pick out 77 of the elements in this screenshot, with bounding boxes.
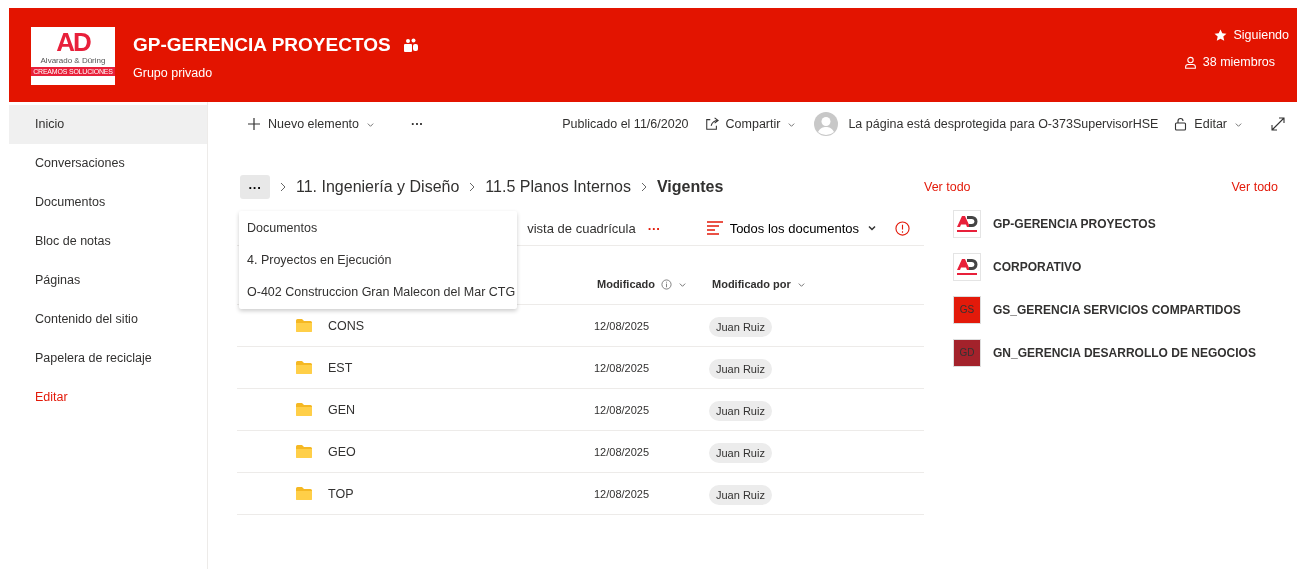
site-link[interactable]: GS_GERENCIA SERVICIOS COMPARTIDOS xyxy=(993,302,1241,317)
logo-mark: AD xyxy=(56,29,90,56)
padlock-icon xyxy=(1174,117,1188,131)
person-chip[interactable]: Juan Ruiz xyxy=(709,484,772,505)
chevron-right-icon xyxy=(639,182,648,192)
info-icon[interactable] xyxy=(895,220,910,236)
more-button[interactable]: ··· xyxy=(405,113,430,135)
sidebar-item[interactable]: Papelera de reciclaje xyxy=(9,339,207,378)
see-all-link[interactable]: Ver todo xyxy=(1231,180,1278,194)
follow-button[interactable]: Siguiendo xyxy=(1214,28,1289,42)
chevron-down-icon xyxy=(867,223,877,233)
edit-button[interactable]: Editar xyxy=(1168,113,1249,135)
chevron-right-icon xyxy=(279,182,287,192)
site-logo-icon xyxy=(953,252,981,281)
chevron-right-icon xyxy=(468,182,477,192)
breadcrumb-overflow-button[interactable]: ··· xyxy=(240,175,270,199)
person-chip[interactable]: Juan Ruiz xyxy=(709,316,772,337)
sidebar-item[interactable]: Páginas xyxy=(9,261,207,300)
group-privacy: Grupo privado xyxy=(133,66,214,80)
sidebar-item[interactable]: Contenido del sitio xyxy=(9,300,207,339)
filter-lines-icon xyxy=(706,221,723,235)
plus-icon xyxy=(247,117,261,131)
person-chip[interactable]: Juan Ruiz xyxy=(709,442,772,463)
info-icon xyxy=(661,278,673,290)
site-link[interactable]: GN_GERENCIA DESARROLLO DE NEGOCIOS xyxy=(993,345,1256,360)
folder-name[interactable]: EST xyxy=(328,360,353,375)
logo-name: Alvarado & Düring xyxy=(40,56,106,66)
modified-date: 12/08/2025 xyxy=(594,445,651,458)
star-icon xyxy=(1214,28,1228,42)
people-group-icon xyxy=(402,38,418,52)
published-date: Publicado el 11/6/2020 xyxy=(562,117,689,131)
menu-item[interactable]: 4. Proyectos en Ejecución xyxy=(239,244,517,276)
modified-date: 12/08/2025 xyxy=(594,361,651,374)
column-header[interactable]: Modificado por xyxy=(712,278,924,290)
site-initials-icon: GD xyxy=(953,338,981,367)
members-button[interactable]: 38 miembros xyxy=(1183,55,1275,69)
folder-icon xyxy=(296,361,312,374)
breadcrumb-link[interactable]: Vigentes xyxy=(656,178,724,196)
new-item-button[interactable]: Nuevo elemento xyxy=(241,113,382,135)
breadcrumb-link[interactable]: 11. Ingeniería y Diseño xyxy=(296,178,460,196)
site-link[interactable]: GP-GERENCIA PROYECTOS xyxy=(993,216,1156,231)
modified-date: 12/08/2025 xyxy=(594,403,651,416)
sidebar-item[interactable]: Conversaciones xyxy=(9,144,207,183)
modified-date: 12/08/2025 xyxy=(594,319,651,332)
person-icon xyxy=(1183,55,1197,69)
share-icon xyxy=(704,117,719,131)
breadcrumb-link[interactable]: 11.5 Planos Internos xyxy=(485,178,631,196)
menu-item[interactable]: O-402 Construccion Gran Malecon del Mar CTG xyxy=(239,276,517,308)
site-logo-icon xyxy=(953,209,981,238)
folder-icon xyxy=(296,487,312,500)
folder-name[interactable]: CONS xyxy=(328,318,365,333)
folder-icon xyxy=(296,319,312,332)
share-button[interactable]: Compartir xyxy=(698,113,803,135)
folder-icon xyxy=(296,403,312,416)
sidebar-item[interactable]: Editar xyxy=(9,378,207,417)
expand-icon[interactable] xyxy=(1271,117,1285,131)
person-chip[interactable]: Juan Ruiz xyxy=(709,358,772,379)
see-all-link[interactable]: Ver todo xyxy=(924,180,971,194)
person-chip[interactable]: Juan Ruiz xyxy=(709,400,772,421)
more-button[interactable]: ··· xyxy=(647,220,661,236)
column-header[interactable]: Modificado xyxy=(597,278,709,290)
folder-name[interactable]: GEN xyxy=(328,402,356,417)
sidebar-item[interactable]: Documentos xyxy=(9,183,207,222)
menu-item[interactable]: Documentos xyxy=(239,212,517,244)
folder-name[interactable]: TOP xyxy=(328,486,354,501)
view-selector[interactable]: Todos los documentos xyxy=(729,220,877,236)
grid-view-button[interactable]: vista de cuadrícula xyxy=(527,220,636,236)
site-title: GP-GERENCIA PROYECTOS xyxy=(133,34,391,56)
sidebar-item[interactable]: Inicio xyxy=(9,105,207,144)
folder-icon xyxy=(296,445,312,458)
user-avatar-icon xyxy=(814,112,839,136)
sidebar-item[interactable]: Bloc de notas xyxy=(9,222,207,261)
modified-date: 12/08/2025 xyxy=(594,487,651,500)
folder-name[interactable]: GEO xyxy=(328,444,356,459)
site-initials-icon: GS xyxy=(953,295,981,324)
site-link[interactable]: CORPORATIVO xyxy=(993,259,1082,274)
checkout-notice: La página está desprotegida para O-373SupervisorHSE xyxy=(848,117,1159,131)
